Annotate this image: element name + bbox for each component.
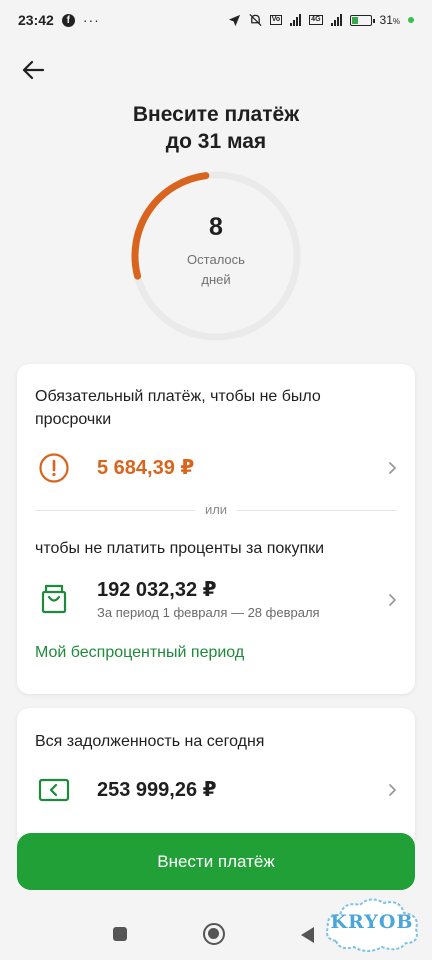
- grace-payment-row[interactable]: 192 032,32 ₽ За период 1 февраля — 28 фе…: [17, 574, 415, 624]
- chevron-right-icon: [389, 784, 396, 796]
- gauge-center: 8 Осталось дней: [128, 210, 304, 290]
- status-bar: 23:42 f ··· Vo 4G 31%: [0, 0, 432, 40]
- total-debt-amount: 253 999,26 ₽: [97, 779, 217, 801]
- battery-icon: [349, 14, 375, 26]
- system-back-button[interactable]: [301, 927, 314, 943]
- volte-icon: Vo: [269, 15, 283, 25]
- chevron-right-icon: [389, 462, 396, 474]
- location-arrow-icon: [228, 14, 240, 26]
- days-remaining-value: 8: [209, 213, 223, 241]
- home-button[interactable]: [203, 923, 225, 945]
- recent-apps-button[interactable]: [113, 927, 127, 941]
- more-notifications-icon: ···: [82, 12, 100, 28]
- mandatory-payment-row[interactable]: 5 684,39 ₽: [17, 448, 415, 488]
- signal-2-icon: [330, 14, 342, 26]
- days-label-line-1: Осталось: [187, 252, 245, 267]
- page-title: Внесите платёж до 31 мая: [0, 101, 432, 155]
- total-debt-row[interactable]: 253 999,26 ₽: [17, 770, 415, 810]
- or-divider: или: [35, 501, 397, 519]
- battery-level: 31%: [380, 13, 400, 27]
- watermark-text: KRYOB: [330, 911, 414, 933]
- back-button[interactable]: [18, 55, 48, 85]
- grace-heading: чтобы не платить проценты за покупки: [35, 540, 325, 557]
- battery-percent: 31: [379, 13, 393, 27]
- mandatory-heading-line-1: Обязательный платёж, чтобы не было: [35, 388, 321, 405]
- status-left: 23:42 f ···: [18, 12, 100, 28]
- chevron-right-icon: [389, 594, 396, 606]
- grace-period-link[interactable]: Мой беспроцентный период: [35, 644, 244, 662]
- battery-unit: %: [392, 17, 400, 26]
- facebook-icon: f: [61, 13, 75, 27]
- network-type: 4G: [309, 15, 323, 25]
- privacy-indicator-icon: [408, 17, 414, 23]
- total-debt-heading: Вся задолженность на сегодня: [35, 733, 265, 750]
- grace-period: За период 1 февраля — 28 февраля: [97, 605, 320, 620]
- total-debt-card: Вся задолженность на сегодня 253 999,26 …: [17, 708, 415, 848]
- watermark: KRYOB: [322, 893, 422, 955]
- signal-1-icon: [290, 14, 302, 26]
- days-remaining-label: Осталось дней: [128, 250, 304, 290]
- arrow-left-icon: [22, 60, 44, 80]
- mandatory-heading: Обязательный платёж, чтобы не было проср…: [35, 385, 321, 431]
- exclamation-circle-icon: [37, 451, 71, 485]
- grace-amount: 192 032,32 ₽: [97, 579, 217, 601]
- shopping-bag-icon: [37, 582, 71, 616]
- days-label-line-2: дней: [201, 272, 231, 287]
- status-time: 23:42: [18, 12, 54, 28]
- mandatory-amount: 5 684,39 ₽: [97, 457, 195, 479]
- title-line-1: Внесите платёж: [132, 103, 300, 126]
- or-divider-label: или: [194, 501, 238, 519]
- status-right: Vo 4G 31%: [228, 13, 414, 27]
- make-payment-button[interactable]: Внести платёж: [17, 833, 415, 890]
- mandatory-heading-line-2: просрочки: [35, 411, 112, 428]
- mandatory-payment-card: Обязательный платёж, чтобы не было проср…: [17, 364, 415, 694]
- title-line-2: до 31 мая: [165, 130, 267, 153]
- bell-muted-icon: [249, 13, 262, 27]
- card-arrow-icon: [37, 773, 71, 807]
